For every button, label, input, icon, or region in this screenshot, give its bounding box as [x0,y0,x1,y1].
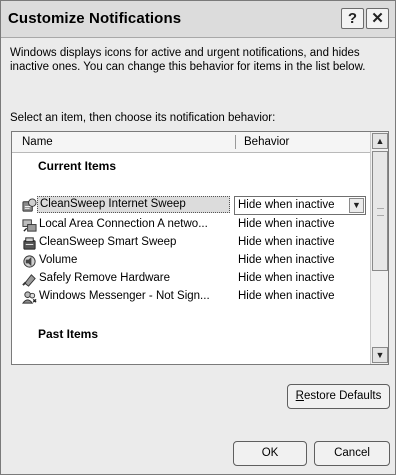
group-past-items: Past Items [38,327,99,341]
chevron-down-icon[interactable]: ▼ [349,198,364,213]
column-divider[interactable] [235,135,236,149]
column-header-behavior[interactable]: Behavior [244,136,289,148]
notification-list[interactable]: Name Behavior Current Items CleanSweep I… [11,131,389,365]
column-header-name[interactable]: Name [22,136,53,148]
list-item-behavior[interactable]: Hide when inactive [238,236,335,248]
hardware-icon [22,274,36,287]
group-current-items: Current Items [38,159,117,173]
description-text: Windows displays icons for active and ur… [10,47,366,73]
list-item[interactable]: Local Area Connection A netwo... Hide wh… [12,216,370,234]
list-item-name: CleanSweep Internet Sweep [37,196,230,213]
scroll-up-button[interactable]: ▲ [372,133,388,149]
list-header: Name Behavior [12,132,370,153]
list-item[interactable]: CleanSweep Smart Sweep Hide when inactiv… [12,234,370,252]
list-item-name: Safely Remove Hardware [39,272,171,284]
cancel-button[interactable]: Cancel [314,441,390,466]
close-button[interactable]: ✕ [366,8,389,29]
list-item-name: CleanSweep Smart Sweep [39,236,177,248]
vertical-scrollbar[interactable]: ▲ ▼ [370,132,388,364]
customize-notifications-dialog: Customize Notifications ? ✕ Windows disp… [0,0,396,475]
restore-defaults-button[interactable]: Restore Defaults [287,384,390,409]
ok-button[interactable]: OK [233,441,307,466]
title-bar[interactable]: Customize Notifications ? ✕ [1,1,395,38]
list-item[interactable]: Safely Remove Hardware Hide when inactiv… [12,270,370,288]
help-icon: ? [347,10,358,27]
dialog-title: Customize Notifications [8,10,182,27]
list-item-selected[interactable]: CleanSweep Internet Sweep Hide when inac… [12,196,370,215]
scroll-thumb[interactable] [372,151,388,271]
grip-icon [377,208,384,216]
list-item-name: Local Area Connection A netwo... [39,218,208,230]
help-button[interactable]: ? [341,8,364,29]
scroll-down-button[interactable]: ▼ [372,347,388,363]
close-icon: ✕ [371,10,384,27]
list-item-name: Windows Messenger - Not Sign... [39,290,210,302]
list-item-behavior[interactable]: Hide when inactive [238,254,335,266]
messenger-icon [22,291,37,304]
list-item-name: Volume [39,254,78,266]
network-icon [22,219,37,232]
list-item[interactable]: Windows Messenger - Not Sign... Hide whe… [12,288,370,306]
list-item[interactable]: Volume Hide when inactive [12,252,370,270]
list-item-behavior[interactable]: Hide when inactive [238,218,335,230]
list-item-behavior[interactable]: Hide when inactive [238,290,335,302]
instruction-label: Select an item, then choose its notifica… [10,112,276,124]
chevron-up-icon: ▲ [375,136,385,146]
behavior-dropdown[interactable]: Hide when inactive ▼ [234,196,366,215]
behavior-dropdown-value: Hide when inactive [238,199,335,211]
internet-sweep-icon [22,198,37,212]
smart-sweep-icon [23,237,36,250]
volume-icon [23,255,36,268]
chevron-down-icon: ▼ [375,350,385,360]
list-item-behavior[interactable]: Hide when inactive [238,272,335,284]
